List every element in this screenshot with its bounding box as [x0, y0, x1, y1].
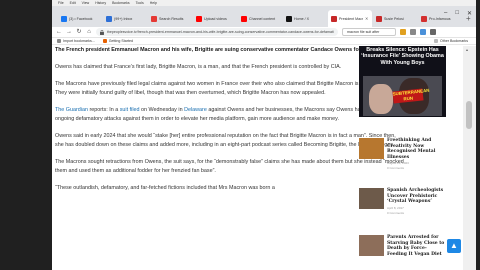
bookmark-getting-started[interactable]: Getting Started	[102, 39, 133, 43]
story-comments: 0 Comments	[387, 210, 405, 215]
youtube-icon	[196, 15, 202, 22]
desktop-left-edge	[0, 0, 52, 270]
site-favicon-icon	[421, 15, 427, 22]
article-paragraph: The Macrons sought retractions from Owen…	[55, 158, 404, 175]
folder-icon	[434, 39, 439, 43]
address-bar[interactable]: thepeoplesvoice.tv/french-president-emma…	[96, 28, 338, 36]
scroll-thumb[interactable]	[466, 101, 472, 129]
tab-susie-pelosi[interactable]: Susie Pelosi	[373, 10, 417, 27]
promo-face-left	[369, 84, 393, 114]
tab-bar: (3) • Facebook (99+) Inbox Search Result…	[52, 6, 476, 27]
back-button[interactable]: ←	[56, 27, 62, 38]
promo-title: Breaks Silence: Epstein Has ‘Insurance F…	[361, 47, 444, 66]
bookmark-label: Import bookmarks...	[63, 39, 95, 43]
story-thumbnail[interactable]	[359, 138, 384, 159]
facebook-icon	[61, 15, 67, 22]
story-thumbnail[interactable]	[359, 235, 384, 256]
delaware-link[interactable]: Delaware	[184, 107, 207, 113]
promo-banner[interactable]: Breaks Silence: Epstein Has ‘Insurance F…	[359, 46, 446, 117]
tab-upload-videos[interactable]: Upload videos	[193, 10, 237, 27]
url-text: thepeoplesvoice.tv/french-president-emma…	[106, 30, 334, 34]
tab-label: Upload videos	[204, 16, 227, 21]
other-bookmarks[interactable]: Other Bookmarks	[434, 39, 468, 43]
search-box[interactable]	[342, 28, 396, 36]
article-text: reports: In a	[87, 106, 120, 113]
desktop-right-edge	[476, 0, 480, 270]
window-controls: – □ ✕	[444, 10, 472, 17]
suit-filed-link[interactable]: suit filed	[120, 107, 140, 113]
back-to-top-button[interactable]: ▲	[447, 239, 461, 253]
home-button[interactable]: ⌂	[86, 27, 92, 38]
story-title[interactable]: Parents Arrested for Starving Baby Close…	[387, 235, 446, 257]
tab-label: Channel content	[249, 16, 276, 21]
tab-label: Pro-Infamous	[429, 16, 451, 21]
promo-image: SUBTERRANEAN RUN	[363, 76, 442, 116]
minimize-button[interactable]: –	[444, 10, 447, 17]
sidebar: Breaks Silence: Epstein Has ‘Insurance F…	[359, 46, 447, 270]
sidebar-story[interactable]: Freethinking And Creativity Now Recognis…	[359, 138, 446, 170]
article-paragraph: The Guardian reports: In a suit filed on…	[55, 106, 405, 125]
forward-button[interactable]: →	[66, 27, 72, 38]
article-lead: The French president Emmanuel Macron and…	[55, 47, 393, 53]
bookmark-label: Getting Started	[108, 39, 133, 43]
tab-label: Susie Pelosi	[384, 16, 404, 21]
firefox-icon	[102, 39, 107, 43]
import-icon	[57, 39, 61, 43]
article-paragraph: “These outlandish, defamatory, and far-f…	[55, 184, 275, 191]
bookmarks-bar: Import bookmarks... Getting Started Othe…	[52, 38, 476, 45]
tab-label: (3) • Facebook	[69, 16, 93, 21]
article-paragraph: Owens said in early 2024 that she would …	[55, 132, 396, 149]
article-paragraph: Owens has claimed that France’s first la…	[55, 63, 342, 70]
article-paragraph: The Macrons have previously filed legal …	[55, 80, 402, 96]
page-content: The French president Emmanuel Macron and…	[52, 46, 476, 270]
site-favicon-icon	[376, 15, 382, 22]
tab-label: Search Results	[159, 16, 184, 21]
tab-label: President Macron	[339, 16, 363, 21]
bookmark-label: Other Bookmarks	[440, 39, 468, 43]
downloads-icon[interactable]	[410, 29, 416, 35]
close-icon[interactable]: ✕	[365, 16, 369, 21]
story-thumbnail[interactable]	[359, 188, 384, 209]
close-window-button[interactable]: ✕	[467, 10, 472, 17]
menu-icon[interactable]	[430, 29, 436, 35]
story-title[interactable]: Freethinking And Creativity Now Recognis…	[387, 138, 446, 160]
account-icon[interactable]	[420, 29, 426, 35]
site-favicon-icon	[331, 15, 337, 22]
tab-label: Home / X	[294, 16, 309, 21]
story-comments: 0 Comments	[387, 166, 405, 171]
sidebar-story[interactable]: Spanish Archeologists Uncover Prehistori…	[359, 188, 446, 215]
browser-window: File Edit View History Bookmarks Tools H…	[52, 0, 476, 270]
search-input[interactable]	[347, 30, 393, 34]
reload-button[interactable]: ↻	[76, 27, 82, 38]
sidebar-story[interactable]: Parents Arrested for Starving Baby Close…	[359, 235, 446, 257]
extension-icon[interactable]	[400, 29, 406, 35]
youtube-icon	[241, 15, 247, 22]
article-body: The French president Emmanuel Macron and…	[55, 46, 405, 201]
tab-active-article[interactable]: President Macron ✕	[328, 10, 372, 27]
story-date: August 21, 2023	[387, 161, 409, 166]
story-title[interactable]: Spanish Archeologists Uncover Prehistori…	[387, 188, 446, 205]
tab-x-home[interactable]: Home / X	[283, 10, 327, 27]
bookmark-import[interactable]: Import bookmarks...	[57, 39, 95, 43]
search-favicon-icon	[151, 15, 157, 22]
tab-facebook[interactable]: (3) • Facebook	[58, 10, 102, 27]
story-date: April 8, 2017	[387, 205, 404, 210]
maximize-button[interactable]: □	[455, 10, 459, 17]
x-logo-icon	[286, 15, 292, 22]
scroll-up-arrow[interactable]: ▴	[466, 47, 468, 52]
tab-inbox[interactable]: (99+) Inbox	[103, 10, 147, 27]
tab-channel-content[interactable]: Channel content	[238, 10, 282, 27]
mail-icon	[106, 15, 112, 22]
article-text: on Wednesday in	[139, 106, 185, 113]
tab-label: (99+) Inbox	[114, 16, 133, 21]
scrollbar[interactable]: ▴	[463, 46, 476, 270]
nav-toolbar: ← → ↻ ⌂ thepeoplesvoice.tv/french-presid…	[52, 27, 476, 38]
tab-search[interactable]: Search Results	[148, 10, 192, 27]
guardian-link[interactable]: The Guardian	[55, 107, 88, 113]
lock-icon	[100, 29, 104, 35]
